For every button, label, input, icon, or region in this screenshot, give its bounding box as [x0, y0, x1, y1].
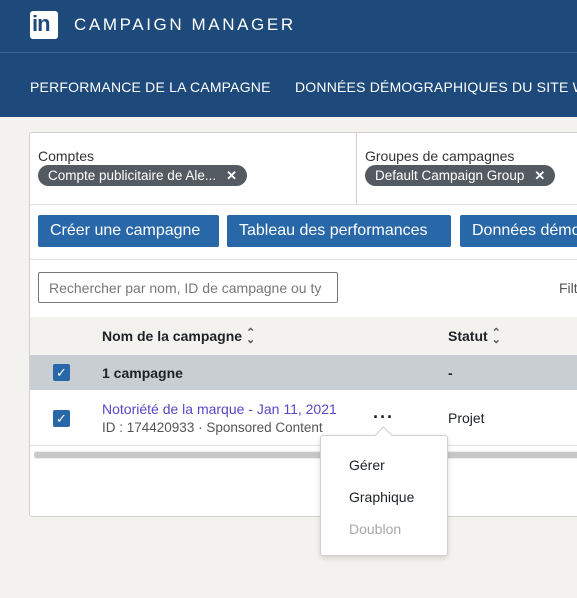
linkedin-logo[interactable]: in	[30, 11, 58, 39]
app-title: CAMPAIGN MANAGER	[74, 15, 296, 34]
more-options-icon[interactable]: ···	[373, 407, 394, 428]
select-all-checkbox[interactable]: ✓	[53, 364, 70, 381]
account-chip-label: Compte publicitaire de Ale...	[48, 168, 217, 183]
campaign-group-chip-label: Default Campaign Group	[375, 168, 525, 183]
divider	[30, 204, 577, 205]
menu-item-chart[interactable]: Graphique	[349, 489, 414, 505]
search-input[interactable]: Rechercher par nom, ID de campagne ou ty	[38, 272, 338, 303]
context-menu: Gérer Graphique Doublon	[320, 435, 448, 556]
close-icon[interactable]: ✕	[534, 168, 545, 184]
campaigns-panel: Comptes Compte publicitaire de Ale... ✕ …	[29, 132, 577, 517]
horizontal-scrollbar[interactable]	[34, 451, 577, 459]
performance-chart-button[interactable]: Tableau des performances	[227, 215, 451, 247]
accounts-label: Comptes	[38, 148, 95, 164]
campaign-groups-filter: Groupes de campagnes Default Campaign Gr…	[357, 133, 577, 204]
sort-icon[interactable]: ⌃ ⌄	[246, 328, 255, 346]
summary-row: ✓ 1 campagne -	[30, 355, 577, 390]
menu-item-duplicate: Doublon	[349, 521, 402, 537]
top-bar: in CAMPAIGN MANAGER	[0, 0, 577, 52]
filter-label[interactable]: Filt	[559, 280, 577, 296]
tab-website-demographics[interactable]: DONNÉES DÉMOGRAPHIQUES DU SITE WE	[295, 79, 577, 95]
campaign-groups-label: Groupes de campagnes	[365, 148, 515, 164]
campaign-name-link[interactable]: Notoriété de la marque - Jan 11, 2021	[102, 401, 337, 417]
table-header: Nom de la campagne ⌃ ⌄ Statut ⌃ ⌄	[30, 317, 577, 355]
campaign-count: 1 campagne	[102, 365, 183, 381]
scrollbar-thumb[interactable]	[34, 452, 577, 458]
divider	[30, 259, 577, 260]
table-row: ✓ Notoriété de la marque - Jan 11, 2021 …	[30, 390, 577, 446]
logo-text: in	[32, 11, 51, 36]
column-header-campaign-name[interactable]: Nom de la campagne ⌃ ⌄	[102, 328, 255, 346]
campaign-meta: ID : 174420933 · Sponsored Content	[102, 420, 323, 435]
column-header-label: Nom de la campagne	[102, 328, 243, 344]
accounts-filter: Comptes Compte publicitaire de Ale... ✕	[30, 133, 356, 204]
column-header-label: Statut	[448, 328, 488, 344]
create-campaign-button[interactable]: Créer une campagne	[38, 215, 219, 247]
campaign-status: Projet	[448, 410, 485, 426]
sort-icon[interactable]: ⌃ ⌄	[492, 328, 501, 346]
summary-status: -	[448, 365, 453, 381]
sub-navigation: PERFORMANCE DE LA CAMPAGNE DONNÉES DÉMOG…	[0, 52, 577, 117]
tab-campaign-performance[interactable]: PERFORMANCE DE LA CAMPAGNE	[30, 79, 271, 95]
campaign-group-chip[interactable]: Default Campaign Group ✕	[365, 165, 556, 186]
row-checkbox[interactable]: ✓	[53, 410, 70, 427]
account-chip[interactable]: Compte publicitaire de Ale... ✕	[38, 165, 247, 186]
demographics-button[interactable]: Données démo	[460, 215, 577, 247]
close-icon[interactable]: ✕	[226, 168, 237, 184]
menu-item-manage[interactable]: Gérer	[349, 457, 385, 473]
column-header-status[interactable]: Statut ⌃ ⌄	[448, 328, 501, 346]
